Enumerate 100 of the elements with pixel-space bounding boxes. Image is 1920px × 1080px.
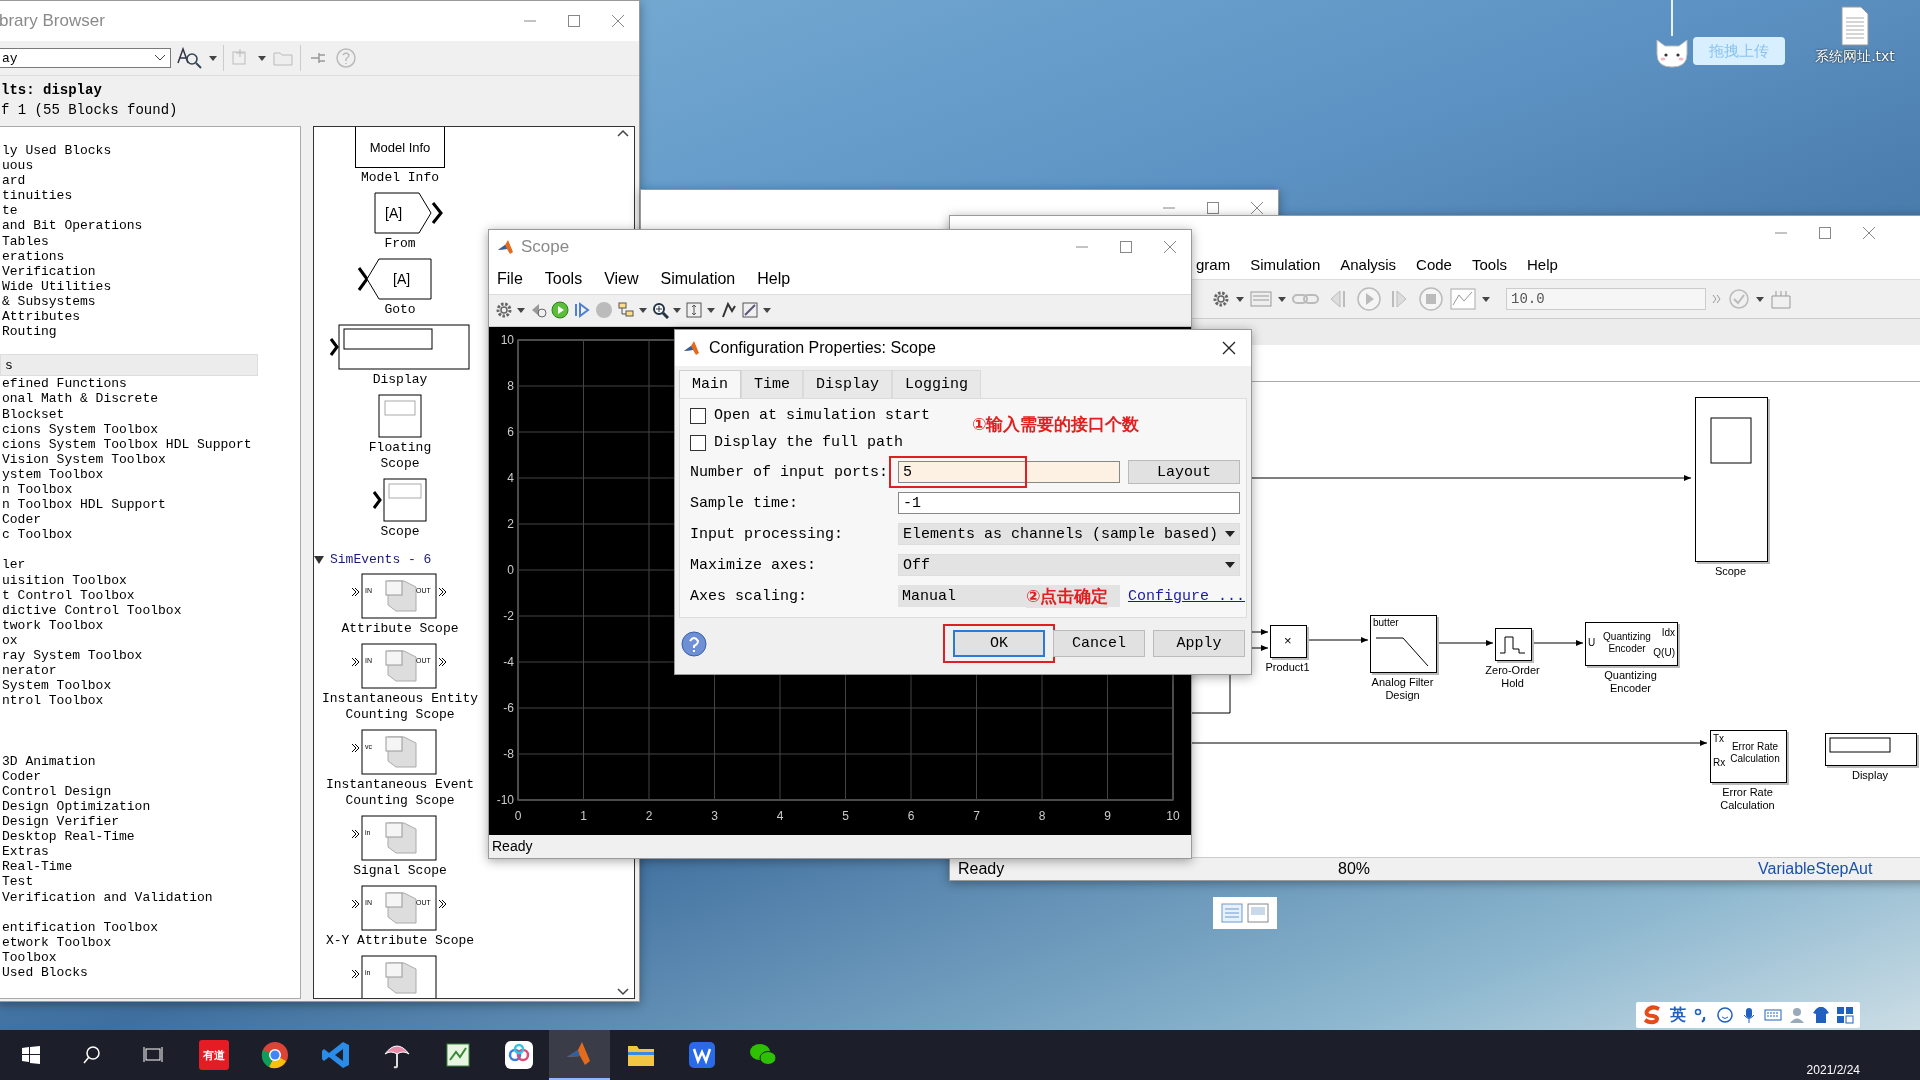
help-icon[interactable] — [681, 630, 707, 657]
caret-icon[interactable] — [1236, 296, 1244, 302]
task-view-icon[interactable] — [142, 1045, 163, 1065]
text-field[interactable]: -1 — [898, 492, 1240, 515]
tree-item[interactable]: cions System Toolbox — [0, 421, 300, 437]
settings-icon[interactable] — [1212, 290, 1230, 308]
menu-item[interactable]: Tools — [1471, 256, 1507, 273]
tree-item[interactable]: t Control Toolbox — [0, 587, 300, 603]
caret-icon[interactable] — [1756, 296, 1764, 302]
configure-link[interactable]: Configure ... — [1128, 587, 1246, 605]
run-icon[interactable] — [551, 301, 569, 320]
tiles-icon[interactable] — [1836, 1006, 1854, 1024]
tab[interactable]: Logging — [892, 370, 982, 398]
dropdown-arrow-icon[interactable] — [1225, 562, 1235, 569]
expand-triangle-icon[interactable] — [314, 555, 324, 564]
text-file-icon[interactable] — [1840, 6, 1870, 46]
caret-icon[interactable] — [1278, 296, 1286, 302]
tree-item[interactable]: Coder — [0, 512, 300, 528]
tree-item[interactable]: tinuities — [0, 188, 300, 204]
menu-item[interactable]: Help — [1527, 256, 1558, 273]
tree-item[interactable]: Routing — [0, 324, 300, 340]
display-block[interactable] — [330, 324, 470, 370]
menu-item[interactable]: Help — [757, 270, 791, 288]
tree-item[interactable]: Verification and Validation — [0, 889, 300, 905]
tree-item[interactable]: ard — [0, 173, 300, 189]
model-block[interactable] — [1495, 628, 1532, 661]
menu-item[interactable]: gram — [1196, 256, 1231, 273]
tree-item[interactable]: 3D Animation — [0, 753, 300, 769]
tree-item[interactable]: Vision System Toolbox — [0, 451, 300, 467]
tree-item[interactable]: dictive Control Toolbox — [0, 602, 300, 618]
search-combo-box[interactable]: ay — [0, 48, 171, 68]
checkbox[interactable] — [690, 434, 706, 451]
caret-icon[interactable] — [517, 307, 525, 313]
caret-icon[interactable] — [639, 307, 647, 313]
tree-item[interactable]: cions System Toolbox HDL Support — [0, 436, 300, 452]
tree-item[interactable]: n Toolbox HDL Support — [0, 497, 300, 513]
checkmark-icon[interactable] — [1728, 288, 1750, 310]
model-block[interactable]: Tx Rx Error Rate Calculation — [1710, 730, 1787, 783]
menu-item[interactable]: Simulation — [1250, 256, 1321, 273]
zoom-in-icon[interactable] — [651, 301, 669, 320]
tree-item[interactable]: nerator — [0, 663, 300, 679]
menu-item[interactable]: Analysis — [1340, 256, 1397, 273]
scope-block[interactable] — [373, 478, 427, 522]
caret-icon[interactable] — [707, 307, 715, 313]
maximize-icon[interactable] — [567, 14, 581, 28]
settings-icon[interactable] — [495, 301, 513, 320]
text-field[interactable]: 5 — [898, 461, 1120, 483]
menu-item[interactable]: Code — [1416, 256, 1452, 273]
tree-item[interactable]: uous — [0, 158, 300, 174]
tree-item[interactable]: twork Toolbox — [0, 617, 300, 633]
maximize-icon[interactable] — [1206, 201, 1220, 215]
tree-item[interactable]: erations — [0, 248, 300, 264]
tree-item[interactable]: s — [0, 354, 258, 377]
tree-item[interactable]: ly Used Blocks — [0, 143, 300, 159]
shirt-icon[interactable] — [1812, 1006, 1830, 1024]
triggers-icon[interactable] — [719, 301, 737, 320]
measurement-icon[interactable] — [741, 301, 759, 320]
menu-item[interactable]: Tools — [544, 270, 583, 288]
tree-item[interactable]: Test — [0, 874, 300, 890]
input-method-toolbar[interactable]: 英 — [1636, 1002, 1860, 1028]
tree-item[interactable]: Verification — [0, 263, 300, 279]
layout-button[interactable]: Layout — [1128, 460, 1240, 484]
tree-item[interactable]: and Bit Operations — [0, 218, 300, 234]
tree-item[interactable]: ystem Toolbox — [0, 466, 300, 482]
tree-item[interactable]: efined Functions — [0, 376, 300, 392]
scroll-down-icon[interactable] — [617, 988, 629, 996]
tree-item[interactable]: Extras — [0, 844, 300, 860]
tree-item[interactable]: Design Optimization — [0, 798, 300, 815]
model-block[interactable] — [1825, 733, 1917, 766]
tree-item[interactable]: entification Toolbox — [0, 919, 300, 935]
tab[interactable]: Time — [741, 370, 804, 398]
model-block[interactable] — [1695, 397, 1768, 562]
find-icon[interactable] — [177, 46, 203, 70]
tree-item[interactable]: etwork Toolbox — [0, 934, 300, 950]
dialog-button[interactable]: Cancel — [1053, 630, 1145, 657]
tab[interactable]: Display — [803, 370, 893, 398]
tree-item[interactable]: Blockset — [0, 406, 300, 422]
tree-item[interactable]: ox — [0, 632, 300, 648]
caret-icon[interactable] — [1482, 296, 1490, 302]
search-icon[interactable] — [81, 1045, 102, 1065]
caret-icon[interactable] — [673, 307, 681, 313]
windows-logo-icon[interactable] — [20, 1045, 41, 1065]
menu-item[interactable]: File — [497, 270, 523, 288]
floating-scope-block[interactable] — [378, 394, 422, 438]
caret-icon[interactable] — [209, 55, 217, 61]
dropdown[interactable]: Off — [898, 554, 1240, 577]
fit-axes-icon[interactable] — [685, 301, 703, 320]
cat-face-icon[interactable] — [1654, 36, 1690, 68]
caret-icon[interactable] — [763, 307, 771, 313]
model-block[interactable]: × — [1270, 625, 1307, 658]
tree-item[interactable]: Design Verifier — [0, 814, 300, 830]
tree-item[interactable]: ray System Toolbox — [0, 648, 300, 664]
tree-item[interactable]: System Toolbox — [0, 678, 300, 694]
step-forward-icon[interactable] — [573, 301, 591, 320]
tree-item[interactable]: & Subsystems — [0, 293, 300, 310]
maximize-icon[interactable] — [1119, 240, 1133, 254]
tree-item[interactable]: uisition Toolbox — [0, 572, 300, 588]
model-block[interactable]: butter — [1370, 615, 1437, 673]
tree-item[interactable]: Control Design — [0, 783, 300, 799]
tab[interactable]: Main — [679, 370, 741, 398]
